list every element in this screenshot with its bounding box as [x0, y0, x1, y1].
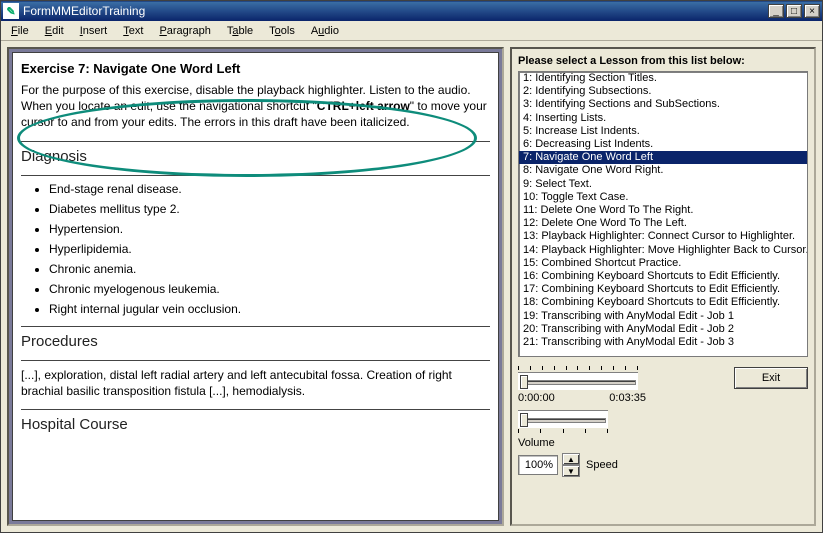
- exit-button[interactable]: Exit: [734, 367, 808, 389]
- menu-paragraph[interactable]: Paragraph: [151, 23, 218, 39]
- diagnosis-list: End-stage renal disease. Diabetes mellit…: [49, 182, 490, 316]
- list-item: Chronic myelogenous leukemia.: [49, 282, 490, 296]
- lesson-item[interactable]: 10: Toggle Text Case.: [519, 191, 807, 204]
- lesson-pane: Please select a Lesson from this list be…: [510, 47, 816, 526]
- time-current: 0:00:00: [518, 392, 555, 404]
- procedures-text: [...], exploration, distal left radial a…: [21, 367, 490, 399]
- lesson-item[interactable]: 16: Combining Keyboard Shortcuts to Edit…: [519, 270, 807, 283]
- menu-tools[interactable]: Tools: [261, 23, 303, 39]
- position-slider-box: [518, 366, 638, 390]
- controls-left: 0:00:00 0:03:35 Volume: [518, 365, 734, 477]
- close-button[interactable]: ×: [804, 4, 820, 18]
- list-item: Hyperlipidemia.: [49, 242, 490, 256]
- volume-thumb[interactable]: [520, 413, 528, 427]
- slider-ticks: [518, 366, 638, 370]
- lesson-list[interactable]: 1: Identifying Section Titles.2: Identif…: [518, 71, 808, 357]
- section-procedures: Procedures: [21, 333, 490, 350]
- lesson-item[interactable]: 11: Delete One Word To The Right.: [519, 204, 807, 217]
- speed-up-button[interactable]: ▲: [562, 453, 580, 465]
- lesson-item[interactable]: 15: Combined Shortcut Practice.: [519, 257, 807, 270]
- position-slider[interactable]: [518, 372, 638, 390]
- list-item: End-stage renal disease.: [49, 182, 490, 196]
- menu-table[interactable]: Table: [219, 23, 261, 39]
- document[interactable]: Exercise 7: Navigate One Word Left For t…: [12, 52, 499, 521]
- lesson-item[interactable]: 7: Navigate One Word Left: [519, 151, 807, 164]
- lesson-item[interactable]: 13: Playback Highlighter: Connect Cursor…: [519, 230, 807, 243]
- lesson-item[interactable]: 20: Transcribing with AnyModal Edit - Jo…: [519, 323, 807, 336]
- lesson-item[interactable]: 5: Increase List Indents.: [519, 125, 807, 138]
- menu-insert[interactable]: Insert: [72, 23, 116, 39]
- list-item: Hypertension.: [49, 222, 490, 236]
- lesson-item[interactable]: 6: Decreasing List Indents.: [519, 138, 807, 151]
- speed-row: ▲ ▼ Speed: [518, 453, 734, 477]
- volume-slider[interactable]: [518, 410, 608, 428]
- menu-edit[interactable]: Edit: [37, 23, 72, 39]
- shortcut-bold: CTRL+left arrow: [317, 99, 410, 113]
- exercise-title: Exercise 7: Navigate One Word Left: [21, 61, 490, 76]
- divider: [21, 409, 490, 410]
- list-item: Right internal jugular vein occlusion.: [49, 302, 490, 316]
- body: Exercise 7: Navigate One Word Left For t…: [1, 41, 822, 532]
- editor-pane: Exercise 7: Navigate One Word Left For t…: [7, 47, 504, 526]
- maximize-button[interactable]: □: [786, 4, 802, 18]
- time-row: 0:00:00 0:03:35: [518, 392, 646, 404]
- position-thumb[interactable]: [520, 375, 528, 389]
- titlebar[interactable]: ✎ FormMMEditorTraining _ □ ×: [1, 1, 822, 21]
- audio-controls: 0:00:00 0:03:35 Volume: [518, 365, 808, 477]
- lesson-item[interactable]: 3: Identifying Sections and SubSections.: [519, 98, 807, 111]
- speed-input[interactable]: [518, 455, 558, 475]
- volume-label: Volume: [518, 437, 734, 449]
- lesson-prompt: Please select a Lesson from this list be…: [518, 55, 808, 67]
- divider: [21, 360, 490, 361]
- menubar: File Edit Insert Text Paragraph Table To…: [1, 21, 822, 41]
- menu-file[interactable]: File: [3, 23, 37, 39]
- lesson-item[interactable]: 12: Delete One Word To The Left.: [519, 217, 807, 230]
- speed-spinner: ▲ ▼: [562, 453, 580, 477]
- volume-ticks: [518, 429, 608, 433]
- volume-slider-box: [518, 410, 608, 433]
- lesson-item[interactable]: 2: Identifying Subsections.: [519, 85, 807, 98]
- lesson-item[interactable]: 9: Select Text.: [519, 178, 807, 191]
- lesson-item[interactable]: 14: Playback Highlighter: Move Highlight…: [519, 244, 807, 257]
- divider: [21, 141, 490, 142]
- lesson-item[interactable]: 4: Inserting Lists.: [519, 112, 807, 125]
- divider: [21, 175, 490, 176]
- menu-text[interactable]: Text: [115, 23, 151, 39]
- window-buttons: _ □ ×: [768, 4, 820, 18]
- section-diagnosis: Diagnosis: [21, 148, 490, 165]
- app-window: ✎ FormMMEditorTraining _ □ × File Edit I…: [0, 0, 823, 533]
- minimize-button[interactable]: _: [768, 4, 784, 18]
- speed-down-button[interactable]: ▼: [562, 465, 580, 477]
- divider: [21, 326, 490, 327]
- app-icon: ✎: [3, 3, 19, 19]
- window-title: FormMMEditorTraining: [23, 4, 768, 18]
- menu-audio[interactable]: Audio: [303, 23, 347, 39]
- list-item: Chronic anemia.: [49, 262, 490, 276]
- speed-label: Speed: [586, 459, 618, 471]
- lesson-item[interactable]: 18: Combining Keyboard Shortcuts to Edit…: [519, 296, 807, 309]
- list-item: Diabetes mellitus type 2.: [49, 202, 490, 216]
- intro-paragraph: For the purpose of this exercise, disabl…: [21, 82, 490, 131]
- lesson-item[interactable]: 1: Identifying Section Titles.: [519, 72, 807, 85]
- lesson-item[interactable]: 19: Transcribing with AnyModal Edit - Jo…: [519, 310, 807, 323]
- lesson-item[interactable]: 17: Combining Keyboard Shortcuts to Edit…: [519, 283, 807, 296]
- controls-right: Exit: [734, 365, 808, 477]
- lesson-item[interactable]: 8: Navigate One Word Right.: [519, 164, 807, 177]
- time-total: 0:03:35: [609, 392, 646, 404]
- lesson-item[interactable]: 21: Transcribing with AnyModal Edit - Jo…: [519, 336, 807, 349]
- section-hospital-course: Hospital Course: [21, 416, 490, 433]
